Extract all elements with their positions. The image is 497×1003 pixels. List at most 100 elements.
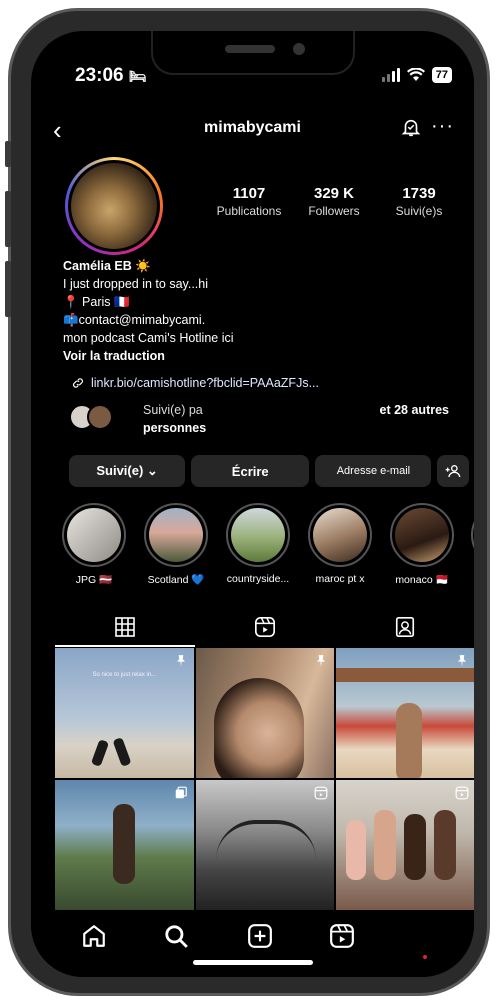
post-thumbnail[interactable] xyxy=(195,780,335,910)
followed-by-text: Suivi(e) pa xyxy=(143,403,203,417)
stat-publications[interactable]: 1107 Publications xyxy=(209,185,289,218)
status-icons: 77 xyxy=(381,67,452,83)
post-figure xyxy=(434,810,457,880)
highlight-label: monaco 🇲🇨 xyxy=(395,574,449,586)
post-figure xyxy=(404,814,427,880)
tab-reels[interactable] xyxy=(235,611,295,643)
home-indicator[interactable] xyxy=(193,960,313,965)
grid-icon xyxy=(115,617,135,637)
add-user-button[interactable] xyxy=(437,455,469,487)
see-translation-link[interactable]: Voir la traduction xyxy=(63,347,463,365)
posts-grid: So nice to just relax in... xyxy=(55,648,474,910)
avatar-photo xyxy=(71,163,157,249)
highlight-label: Scotland 💙 xyxy=(147,574,205,586)
link-icon xyxy=(73,378,83,388)
phone-frame: 23:06 🛏 77 ‹ mimabycami ··· 1107 Publica… xyxy=(5,8,490,996)
followed-by[interactable]: Suivi(e) pa et 28 autres personnes xyxy=(69,401,469,441)
stat-following-label: Suivi(e)s xyxy=(395,204,443,218)
mute-switch xyxy=(5,141,11,167)
post-figures xyxy=(90,730,135,768)
tab-tagged[interactable] xyxy=(375,611,435,643)
screen: 23:06 🛏 77 ‹ mimabycami ··· 1107 Publica… xyxy=(31,31,474,977)
reel-icon xyxy=(314,786,328,800)
post-structure xyxy=(215,820,316,860)
highlight-item[interactable]: countryside... xyxy=(225,503,291,585)
wifi-icon xyxy=(406,68,425,81)
bell-icon[interactable] xyxy=(400,117,422,139)
signal-icon xyxy=(381,68,400,82)
highlight-item[interactable] xyxy=(471,503,474,567)
bio-link-text: linkr.bio/camishotline?fbclid=PAAaZFJs..… xyxy=(91,376,319,390)
create-post-icon[interactable] xyxy=(247,923,273,949)
follower-avatar xyxy=(87,404,113,430)
status-bar: 23:06 🛏 77 xyxy=(31,65,474,95)
post-thumbnail[interactable] xyxy=(55,780,194,910)
story-highlights: JPG 🇱🇻 Scotland 💙 countryside... maroc p… xyxy=(61,503,474,593)
active-tab-indicator xyxy=(55,645,195,647)
stat-followers-label: Followers xyxy=(308,204,360,218)
bio-line: 📍 Paris 🇫🇷 xyxy=(63,295,130,309)
bio-line[interactable]: 📫contact@mimabycami. xyxy=(63,311,463,329)
carousel-icon xyxy=(175,786,187,799)
volume-up-button xyxy=(5,191,11,247)
bed-icon: 🛏 xyxy=(128,68,147,84)
volume-down-button xyxy=(5,261,11,317)
profile-header: ‹ mimabycami ··· xyxy=(31,115,474,145)
followed-by-others: et 28 autres xyxy=(379,403,449,417)
highlight-item[interactable]: JPG 🇱🇻 xyxy=(61,503,127,586)
stat-publications-label: Publications xyxy=(216,204,282,218)
post-thumbnail[interactable] xyxy=(336,648,474,778)
post-thumbnail[interactable] xyxy=(336,780,474,910)
followed-by-people: personnes xyxy=(143,421,207,435)
highlight-label: JPG 🇱🇻 xyxy=(75,574,113,586)
following-button[interactable]: Suivi(e) ⌄ xyxy=(69,455,186,487)
highlight-item[interactable]: Scotland 💙 xyxy=(143,503,209,586)
notification-dot xyxy=(423,955,427,959)
post-portrait xyxy=(213,678,304,778)
stat-following[interactable]: 1739 Suivi(e)s xyxy=(379,185,459,218)
pin-icon xyxy=(317,655,326,667)
profile-avatar[interactable] xyxy=(65,157,163,255)
battery-icon: 77 xyxy=(431,67,452,83)
stat-followers-count: 329 K xyxy=(313,185,355,202)
speaker xyxy=(225,45,275,53)
tagged-icon xyxy=(395,617,415,637)
profile-tabs xyxy=(55,611,474,645)
post-thumbnail[interactable] xyxy=(195,648,335,778)
stat-publications-count: 1107 xyxy=(232,185,266,202)
front-camera xyxy=(293,43,305,55)
highlight-item[interactable]: monaco 🇲🇨 xyxy=(389,503,455,586)
status-time-text: 23:06 xyxy=(75,65,124,86)
post-caption: So nice to just relax in... xyxy=(92,672,157,678)
tab-grid[interactable] xyxy=(95,611,155,643)
bio-line: I just dropped in to say...hi xyxy=(63,277,208,291)
add-user-icon xyxy=(445,465,461,478)
pin-icon xyxy=(176,655,185,667)
stat-followers[interactable]: 329 K Followers xyxy=(294,185,374,218)
reels-icon xyxy=(255,617,275,637)
highlight-label: countryside... xyxy=(226,573,290,585)
bio-link[interactable]: linkr.bio/camishotline?fbclid=PAAaZFJs..… xyxy=(71,376,319,390)
reel-icon xyxy=(455,786,469,800)
bio-name: Camélia EB ☀️ xyxy=(63,259,151,273)
search-icon[interactable] xyxy=(163,923,189,949)
more-options-icon[interactable]: ··· xyxy=(431,115,454,138)
bottom-navigation xyxy=(31,911,474,977)
home-icon[interactable] xyxy=(81,923,107,949)
message-button[interactable]: Écrire xyxy=(191,455,310,487)
reels-nav-icon[interactable] xyxy=(329,923,355,949)
email-button[interactable]: Adresse e-mail xyxy=(315,455,432,487)
post-thumbnail[interactable]: So nice to just relax in... xyxy=(55,648,194,778)
highlight-item[interactable]: maroc pt x xyxy=(307,503,373,585)
profile-actions: Suivi(e) ⌄ Écrire Adresse e-mail xyxy=(69,455,469,487)
post-figure xyxy=(346,820,367,880)
profile-stats: 1107 Publications 329 K Followers 1739 S… xyxy=(209,185,459,218)
profile-bio: Camélia EB ☀️ I just dropped in to say..… xyxy=(63,257,463,365)
post-figure xyxy=(374,810,397,880)
status-time: 23:06 🛏 xyxy=(75,65,147,87)
stat-following-count: 1739 xyxy=(402,185,436,202)
post-roof xyxy=(336,668,474,682)
post-figure xyxy=(113,804,135,884)
highlight-label: maroc pt x xyxy=(315,573,365,585)
post-figure xyxy=(396,703,423,778)
